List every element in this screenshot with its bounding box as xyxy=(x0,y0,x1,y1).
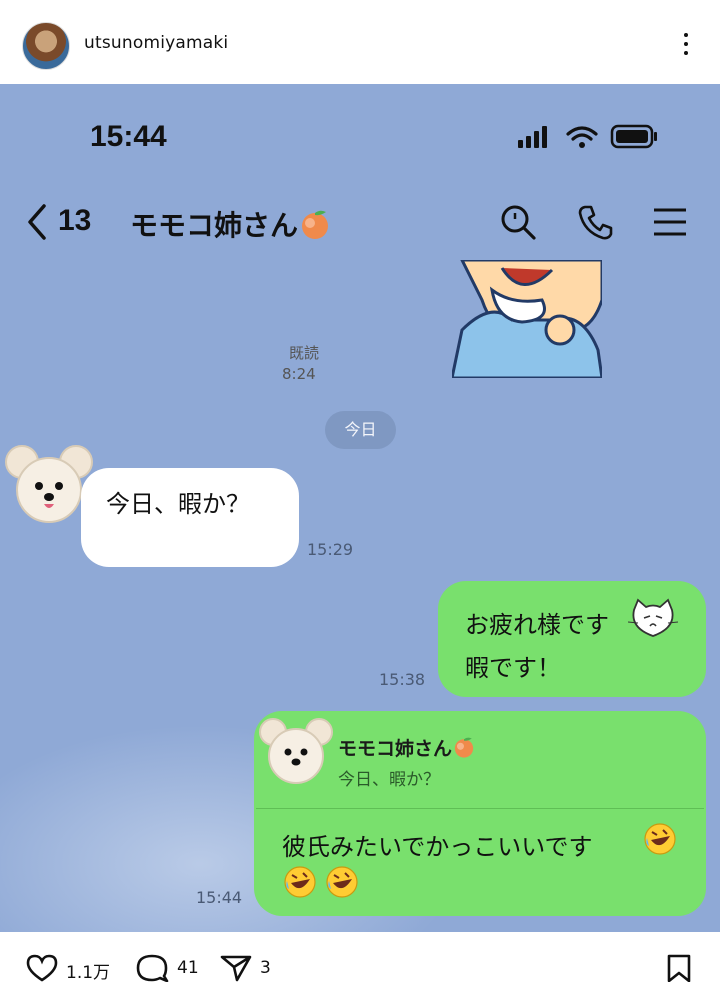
more-options-icon[interactable] xyxy=(674,28,698,64)
instagram-post-header: utsunomiyamaki xyxy=(0,0,720,84)
profile-avatar[interactable] xyxy=(22,22,70,70)
heart-icon[interactable] xyxy=(24,954,60,982)
menu-icon[interactable] xyxy=(650,202,690,242)
read-receipt-label: 既読 xyxy=(289,344,320,362)
battery-icon xyxy=(610,124,657,149)
cartoon-sticker xyxy=(452,260,602,378)
comment-count[interactable]: 41 xyxy=(177,958,199,978)
outgoing-message-line: 暇です！ xyxy=(465,654,561,682)
post-image: 15:44 13 モモコ姉さん 既読 8:24 今日 今日、暇か？ 15:29 … xyxy=(0,84,720,932)
cat-face-icon xyxy=(628,598,678,637)
reply-quoted-text: 今日、暇か？ xyxy=(338,770,440,790)
instagram-action-bar: 1.1万 41 3 xyxy=(0,932,720,1000)
reply-divider xyxy=(256,808,704,809)
rolling-laughing-emoji-icons xyxy=(284,866,358,898)
peach-icon xyxy=(302,210,329,239)
chat-title: モモコ姉さん xyxy=(130,204,332,244)
phone-icon[interactable] xyxy=(576,202,616,242)
wifi-icon xyxy=(566,126,598,141)
outgoing-message-text: 彼氏みたいでかっこいいです xyxy=(282,833,593,861)
chat-title-text: モモコ姉さん xyxy=(130,209,299,242)
search-icon[interactable] xyxy=(498,202,538,242)
read-receipt-time: 8:24 xyxy=(282,365,316,383)
outgoing-message-line: お疲れ様です xyxy=(465,611,609,639)
reply-sender-name-text: モモコ姉さん xyxy=(338,738,453,760)
incoming-message-text: 今日、暇か？ xyxy=(106,490,250,518)
username[interactable]: utsunomiyamaki xyxy=(84,33,228,53)
comment-icon[interactable] xyxy=(134,954,170,982)
message-time: 15:29 xyxy=(307,540,354,559)
signal-icon xyxy=(518,126,547,148)
peach-icon xyxy=(454,737,474,758)
date-separator: 今日 xyxy=(325,411,396,449)
bookmark-icon[interactable] xyxy=(664,954,694,982)
message-time: 15:44 xyxy=(196,888,243,907)
share-icon[interactable] xyxy=(218,954,254,982)
reply-avatar-dog-icon xyxy=(259,718,333,784)
like-count[interactable]: 1.1万 xyxy=(66,958,110,983)
unread-count[interactable]: 13 xyxy=(58,204,91,238)
message-time: 15:38 xyxy=(379,670,426,689)
share-count[interactable]: 3 xyxy=(260,958,271,978)
status-bar-time: 15:44 xyxy=(90,120,167,153)
status-icons xyxy=(518,124,657,149)
rolling-laughing-emoji-icon xyxy=(644,823,676,855)
reply-sender-name: モモコ姉さん xyxy=(338,734,476,761)
